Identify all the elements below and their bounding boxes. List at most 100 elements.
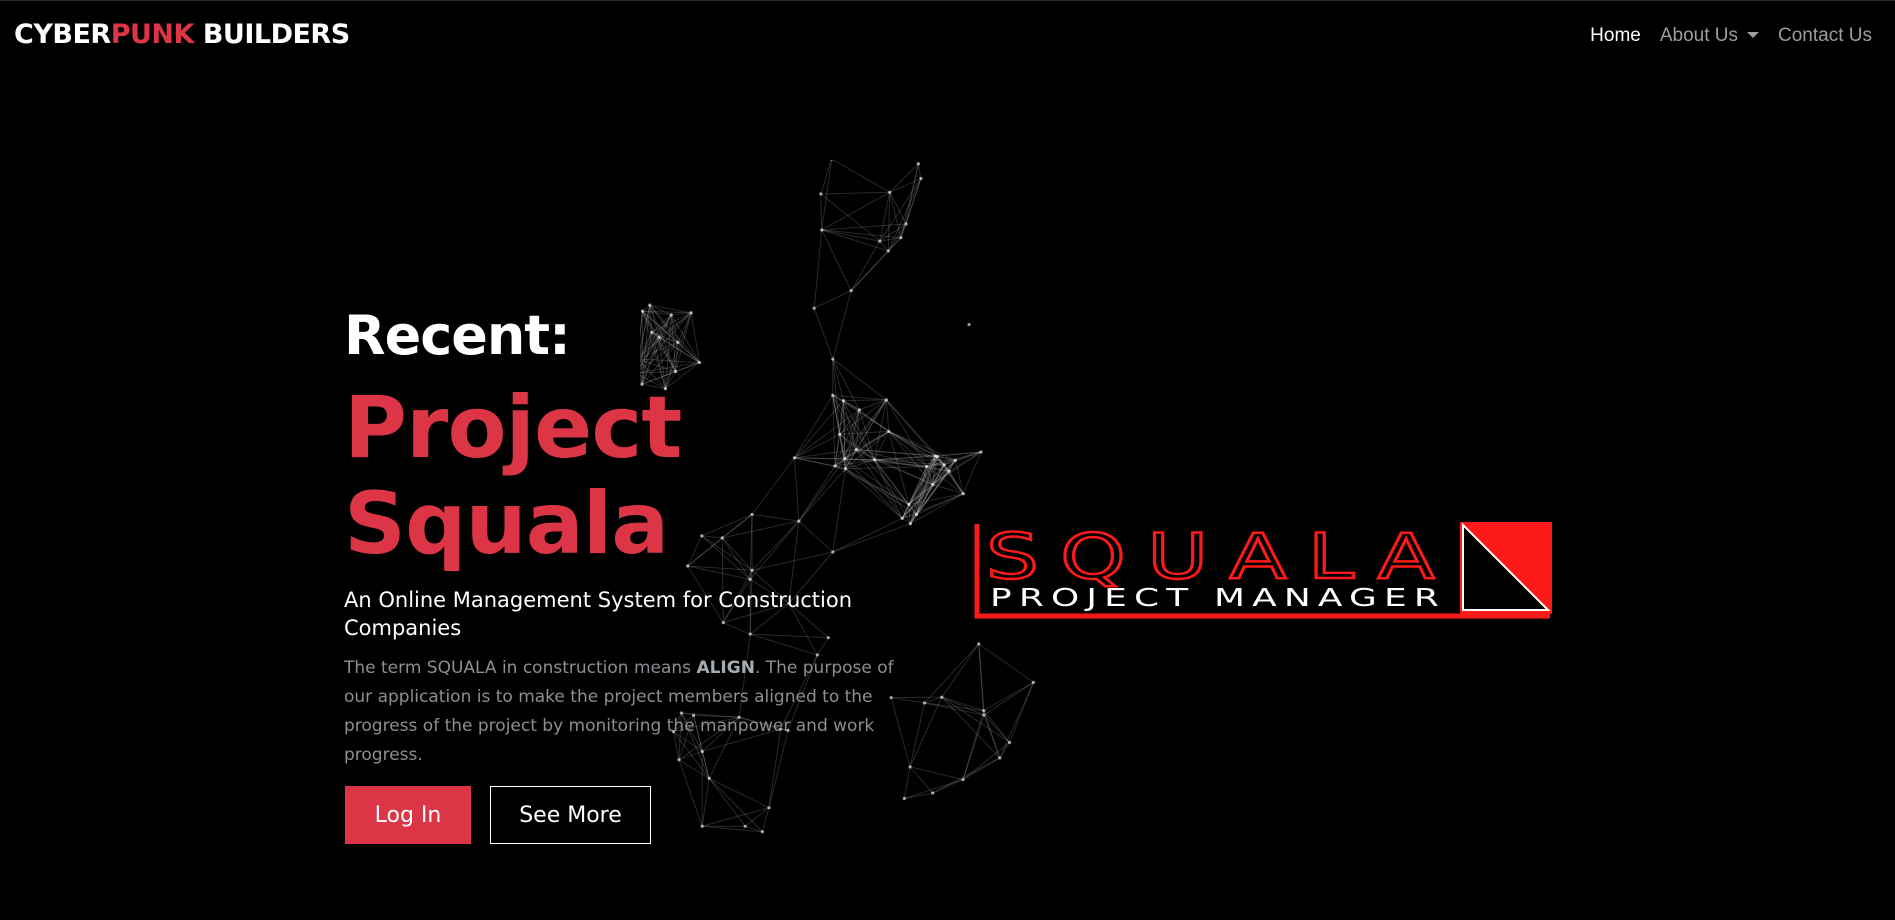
logo-tagline: PROJECT MANAGER <box>990 583 1446 612</box>
network-edge <box>909 766 964 781</box>
network-edge <box>885 399 890 432</box>
network-edge <box>889 163 919 193</box>
network-edge <box>832 517 903 553</box>
network-node <box>830 160 833 161</box>
network-edge <box>821 160 833 231</box>
network-node <box>669 313 673 317</box>
network-node <box>961 777 965 782</box>
network-edge <box>962 714 985 780</box>
network-edge <box>813 290 852 309</box>
network-node <box>902 796 906 801</box>
network-edge <box>850 237 902 291</box>
network-node <box>640 309 645 313</box>
network-edge <box>888 430 956 461</box>
network-node <box>689 311 693 315</box>
network-edge <box>978 643 985 716</box>
see-more-button[interactable]: See More <box>490 786 651 844</box>
nav-menu: Home About Us Contact Us <box>1590 25 1872 47</box>
network-edge <box>885 399 938 457</box>
network-edge <box>820 160 832 195</box>
network-node <box>916 162 920 166</box>
network-edge <box>813 229 823 309</box>
network-edge <box>832 358 887 401</box>
network-node <box>743 824 747 828</box>
network-node <box>887 429 891 433</box>
network-node <box>674 369 678 374</box>
network-node <box>925 464 929 469</box>
network-node <box>947 469 951 473</box>
network-edge <box>798 465 836 522</box>
network-edge <box>983 714 1001 759</box>
network-edge <box>641 332 653 385</box>
network-edge <box>845 468 910 505</box>
network-node <box>838 432 842 436</box>
network-edge <box>701 778 710 827</box>
network-node <box>1031 680 1036 684</box>
network-node <box>767 806 771 810</box>
network-edge <box>983 714 1010 743</box>
network-edge <box>889 192 907 225</box>
brand-part-builders: BUILDERS <box>193 19 350 50</box>
network-node <box>982 713 986 717</box>
network-edge <box>641 311 643 385</box>
brand-logo[interactable]: CYBERPUNK BUILDERS <box>14 19 350 50</box>
nav-item-about-us[interactable]: About Us <box>1660 25 1760 47</box>
network-node <box>841 398 845 403</box>
network-node <box>899 236 903 240</box>
network-node <box>982 708 986 713</box>
nav-item-home-label: Home <box>1590 25 1641 46</box>
network-node <box>942 463 946 467</box>
brand-part-cyber: CYBER <box>14 19 111 50</box>
network-node <box>935 454 939 458</box>
network-node <box>884 398 888 402</box>
login-button[interactable]: Log In <box>345 786 471 844</box>
network-edge <box>909 702 925 768</box>
network-node <box>831 393 835 397</box>
network-node <box>849 289 853 293</box>
network-edge <box>900 163 919 238</box>
network-node <box>914 512 919 517</box>
network-node <box>931 482 935 487</box>
network-node <box>748 577 752 581</box>
network-edge <box>903 766 911 799</box>
network-edge <box>843 399 887 402</box>
network-edge <box>887 192 891 251</box>
network-node <box>977 642 981 646</box>
network-node <box>831 550 835 554</box>
network-edge <box>941 643 980 698</box>
network-edge <box>708 777 770 809</box>
network-node <box>940 695 944 699</box>
network-node <box>697 360 702 365</box>
chevron-down-icon <box>1747 32 1760 38</box>
network-node <box>1007 740 1012 745</box>
nav-item-home[interactable]: Home <box>1590 25 1641 47</box>
network-edge <box>983 681 1034 712</box>
network-node <box>961 492 965 496</box>
network-edge <box>821 229 852 291</box>
network-edge <box>813 308 834 360</box>
network-node <box>904 222 908 226</box>
hero-description: The term SQUALA in construction means AL… <box>344 654 904 770</box>
network-node <box>650 330 654 334</box>
network-node <box>812 306 816 310</box>
network-edge <box>901 470 950 519</box>
network-node <box>857 408 862 412</box>
hero-title-line-2: Squala <box>344 474 669 574</box>
nav-item-contact-us[interactable]: Contact Us <box>1778 25 1872 47</box>
network-node <box>900 516 904 520</box>
network-node <box>831 357 835 361</box>
network-node <box>843 457 847 461</box>
network-edge <box>924 643 980 704</box>
network-node <box>676 340 680 344</box>
network-node <box>843 467 848 471</box>
navbar: CYBERPUNK BUILDERS Home About Us Contact… <box>0 1 1895 71</box>
network-node <box>979 450 983 454</box>
hero-label: Recent: <box>344 304 571 367</box>
network-edge <box>832 523 911 553</box>
network-edge <box>820 193 823 230</box>
network-node <box>888 190 892 194</box>
network-edge <box>708 778 763 833</box>
network-edge <box>702 807 770 827</box>
network-node <box>657 335 661 339</box>
network-edge <box>904 779 964 799</box>
